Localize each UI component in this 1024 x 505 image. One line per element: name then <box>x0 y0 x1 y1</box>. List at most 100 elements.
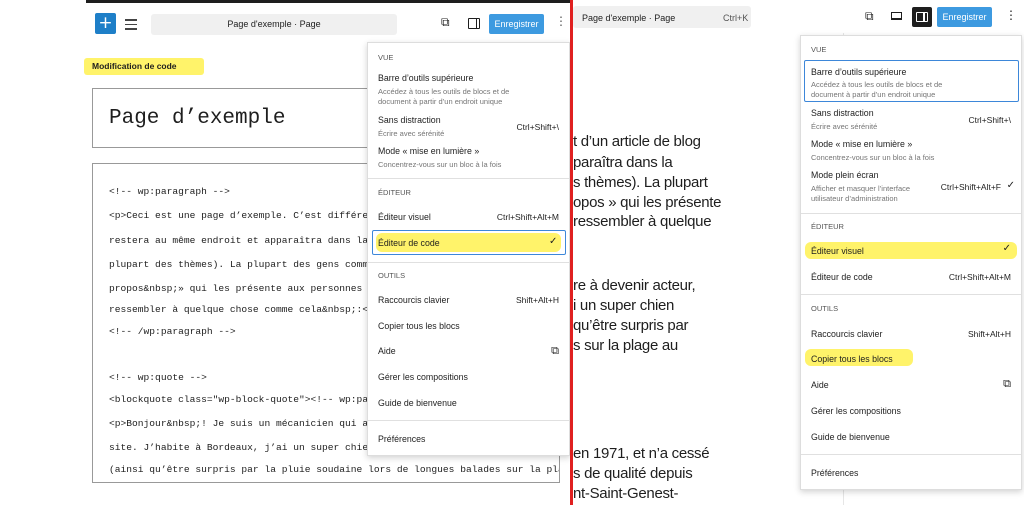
menu-item-preferences[interactable]: Préférences <box>811 468 858 478</box>
menu-item-desc: utilisateur d’administration <box>811 194 898 203</box>
external-link-icon[interactable]: ⧉ <box>441 15 450 30</box>
right-screenshot: Page d'exemple · Page Ctrl+K ⧉ Enregistr… <box>573 0 1024 505</box>
menu-item-keyboard-shortcuts[interactable]: Raccourcis clavier <box>378 295 449 305</box>
menu-divider <box>368 420 569 421</box>
options-kebab-icon[interactable]: ⋮ <box>555 14 567 28</box>
external-link-icon[interactable]: ⧉ <box>865 9 874 24</box>
menu-item-fullscreen[interactable]: Mode plein écran <box>811 170 878 180</box>
code-line: <!-- wp:quote --> <box>109 372 207 383</box>
code-line: site. J’habite à Bordeaux, j’ai un super… <box>109 442 392 453</box>
save-button[interactable]: Enregistrer <box>489 14 544 34</box>
content-text-line: opos » qui les présente <box>573 194 722 211</box>
device-preview-icon[interactable] <box>891 12 902 20</box>
menu-item-spotlight[interactable]: Mode « mise en lumière » <box>811 139 912 149</box>
top-border <box>86 0 570 3</box>
menu-item-shortcut: Shift+Alt+H <box>968 329 1011 339</box>
content-text-line: s thèmes). La plupart <box>573 174 708 191</box>
code-line: ressembler à quelque chose comme cela&nb… <box>109 304 386 315</box>
menu-heading-vue: VUE <box>378 53 394 62</box>
menu-item-copy-all-blocks[interactable]: Copier tous les blocs <box>811 354 893 364</box>
menu-heading-editeur: ÉDITEUR <box>378 188 411 197</box>
menu-item-desc: Concentrez-vous sur un bloc à la fois <box>811 153 935 162</box>
menu-item-manage-patterns[interactable]: Gérer les compositions <box>811 406 901 416</box>
command-shortcut: Ctrl+K <box>723 13 749 23</box>
menu-item-desc: Écrire avec sérénité <box>378 129 445 138</box>
menu-item-shortcut: Ctrl+Shift+Alt+M <box>948 272 1011 282</box>
content-text-line: paraîtra dans la <box>573 154 673 171</box>
save-button[interactable]: Enregistrer <box>937 7 992 27</box>
menu-divider <box>801 213 1021 214</box>
menu-item-welcome-guide[interactable]: Guide de bienvenue <box>811 432 890 442</box>
menu-item-help[interactable]: Aide <box>811 380 829 390</box>
code-line: (ainsi qu’être surpris par la pluie soud… <box>109 464 560 475</box>
content-text-line: i un super chien <box>573 297 675 314</box>
options-menu: VUE Barre d’outils supérieure Accédez à … <box>800 35 1022 490</box>
code-line: <blockquote class="wp-block-quote"><!-- … <box>109 394 392 405</box>
menu-item-welcome-guide[interactable]: Guide de bienvenue <box>378 398 457 408</box>
menu-item-desc: document à partir d’un endroit unique <box>378 97 503 106</box>
menu-item-keyboard-shortcuts[interactable]: Raccourcis clavier <box>811 329 882 339</box>
menu-item-desc: Accédez à tous les outils de blocs et de <box>811 80 943 89</box>
menu-item-visual-editor[interactable]: Éditeur visuel <box>811 246 864 256</box>
code-line: plupart des thèmes). La plupart des gens… <box>109 259 392 270</box>
content-text-line: s sur la plage au <box>573 337 678 354</box>
menu-heading-outils: OUTILS <box>378 271 406 280</box>
settings-sidebar-icon[interactable] <box>468 18 480 29</box>
options-kebab-icon[interactable]: ⋮ <box>1005 8 1017 22</box>
menu-item-desc: Écrire avec sérénité <box>811 122 878 131</box>
annotation-label: Modification de code <box>84 58 204 75</box>
menu-item-distraction-free[interactable]: Sans distraction <box>378 115 441 125</box>
code-line: restera au même endroit et apparaîtra da… <box>109 235 392 246</box>
menu-item-spotlight[interactable]: Mode « mise en lumière » <box>378 146 479 156</box>
content-text-line: qu’être surpris par <box>573 317 689 334</box>
document-title-bar[interactable]: Page d'exemple · Page Ctrl+K <box>573 6 751 28</box>
document-overview-icon[interactable] <box>125 16 137 30</box>
content-text-line: t d’un article de blog <box>573 133 701 150</box>
menu-item-shortcut: Ctrl+Shift+Alt+M <box>496 212 559 222</box>
document-title-bar[interactable]: Page d'exemple · Page <box>151 14 397 35</box>
menu-heading-outils: OUTILS <box>811 304 839 313</box>
document-title: Page d'exemple · Page <box>582 13 676 23</box>
external-link-icon: ⧉ <box>1003 377 1011 390</box>
menu-item-help[interactable]: Aide <box>378 346 396 356</box>
settings-sidebar-icon[interactable] <box>912 7 932 27</box>
add-block-button[interactable]: + <box>95 13 116 34</box>
options-menu: VUE Barre d’outils supérieure Accédez à … <box>367 42 570 456</box>
menu-item-desc: Concentrez-vous sur un bloc à la fois <box>378 160 502 169</box>
menu-heading-vue: VUE <box>811 45 827 54</box>
menu-item-copy-all-blocks[interactable]: Copier tous les blocs <box>378 321 460 331</box>
menu-divider <box>801 454 1021 455</box>
checkmark-icon: ✓ <box>1006 180 1015 191</box>
menu-item-top-toolbar[interactable]: Barre d’outils supérieure <box>378 73 473 83</box>
menu-item-manage-patterns[interactable]: Gérer les compositions <box>378 372 468 382</box>
menu-item-code-editor[interactable]: Éditeur de code <box>378 238 440 248</box>
menu-item-visual-editor[interactable]: Éditeur visuel <box>378 212 431 222</box>
menu-item-preferences[interactable]: Préférences <box>378 434 425 444</box>
code-line: <p>Ceci est une page d’exemple. C’est di… <box>109 210 392 221</box>
code-line: <p>Bonjour&nbsp;! Je suis un mécanicien … <box>109 418 392 429</box>
menu-item-desc: Accédez à tous les outils de blocs et de <box>378 87 510 96</box>
code-line: propos&nbsp;» qui les présente aux perso… <box>109 283 392 294</box>
menu-item-code-editor[interactable]: Éditeur de code <box>811 272 873 282</box>
checkmark-icon: ✓ <box>549 236 558 247</box>
menu-item-top-toolbar[interactable]: Barre d’outils supérieure <box>811 67 906 77</box>
menu-item-shortcut: Ctrl+Shift+\ <box>516 122 559 132</box>
left-screenshot: + Page d'exemple · Page ⧉ Enregistrer ⋮ … <box>0 0 570 505</box>
content-text-line: re à devenir acteur, <box>573 277 696 294</box>
content-text-line: en 1971, et n’a cessé <box>573 445 710 462</box>
page-title: Page d’exemple <box>109 107 286 130</box>
menu-divider <box>801 294 1021 295</box>
content-text-line: s de qualité depuis <box>573 465 693 482</box>
menu-item-distraction-free[interactable]: Sans distraction <box>811 108 874 118</box>
menu-heading-editeur: ÉDITEUR <box>811 222 844 231</box>
checkmark-icon: ✓ <box>1002 243 1011 254</box>
menu-item-desc: document à partir d’un endroit unique <box>811 90 936 99</box>
menu-item-shortcut: Ctrl+Shift+\ <box>968 115 1011 125</box>
menu-item-shortcut: Shift+Alt+H <box>516 295 559 305</box>
menu-divider <box>368 262 569 263</box>
menu-item-shortcut: Ctrl+Shift+Alt+F <box>940 182 1001 192</box>
content-text-line: nt-Saint-Genest- <box>573 485 679 502</box>
content-text-line: ressembler à quelque <box>573 213 712 230</box>
menu-divider <box>368 178 569 179</box>
code-line: <!-- /wp:paragraph --> <box>109 326 236 337</box>
